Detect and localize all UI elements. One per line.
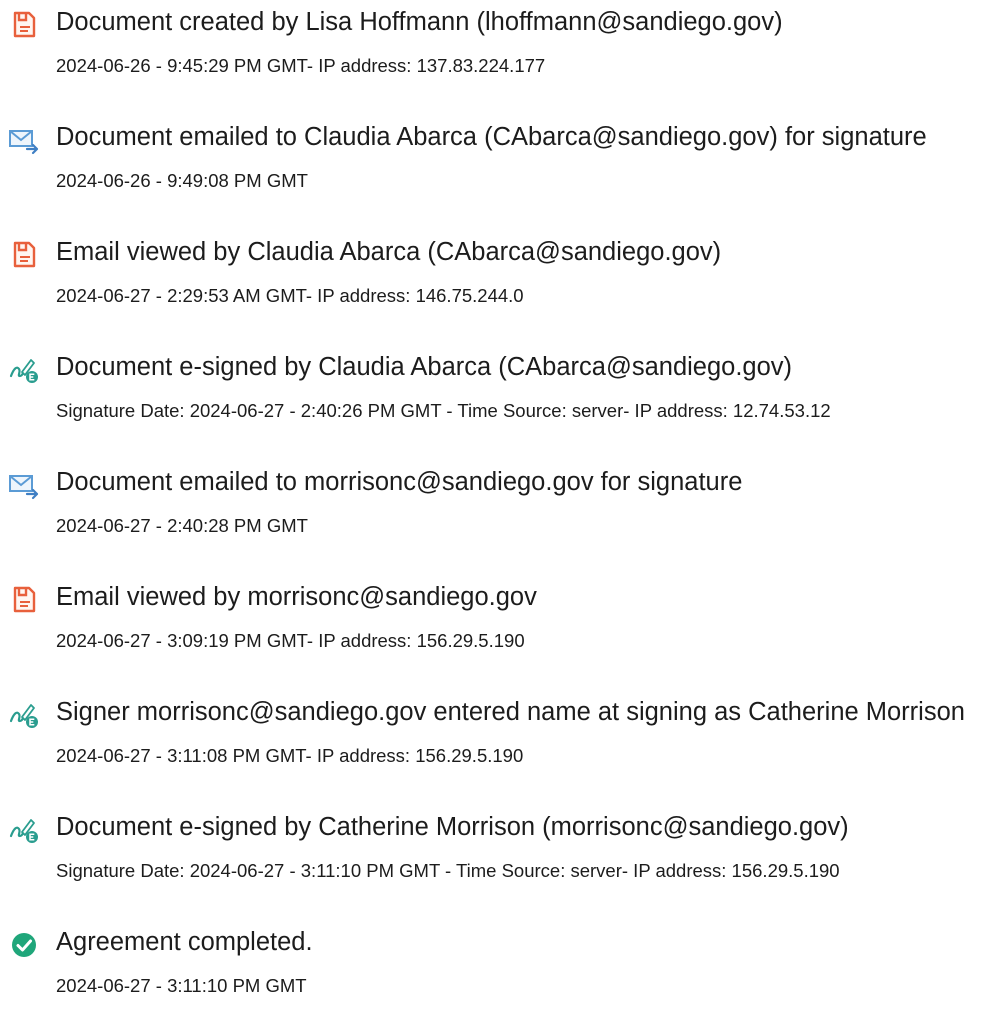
event-title: Agreement completed. xyxy=(56,928,313,956)
audit-event: Document emailed to Claudia Abarca (CAba… xyxy=(0,115,1007,215)
document-created-icon xyxy=(8,10,40,40)
event-timestamp: 2024-06-27 - 3:11:10 PM GMT xyxy=(56,975,307,996)
audit-event: Document created by Lisa Hoffmann (lhoff… xyxy=(0,0,1007,100)
event-timestamp: 2024-06-26 - 9:49:08 PM GMT xyxy=(56,170,308,191)
e-signed-icon xyxy=(8,815,40,845)
event-timestamp: 2024-06-27 - 3:09:19 PM GMT- IP address:… xyxy=(56,630,525,651)
event-timestamp: Signature Date: 2024-06-27 - 2:40:26 PM … xyxy=(56,400,831,421)
audit-event: Email viewed by morrisonc@sandiego.gov 2… xyxy=(0,575,1007,675)
agreement-completed-icon xyxy=(8,930,40,960)
event-timestamp: 2024-06-26 - 9:45:29 PM GMT- IP address:… xyxy=(56,55,546,76)
event-timestamp: Signature Date: 2024-06-27 - 3:11:10 PM … xyxy=(56,860,840,881)
event-timestamp: 2024-06-27 - 2:29:53 AM GMT- IP address:… xyxy=(56,285,524,306)
event-title: Document emailed to morrisonc@sandiego.g… xyxy=(56,468,743,496)
e-signed-icon xyxy=(8,700,40,730)
audit-event: Agreement completed. 2024-06-27 - 3:11:1… xyxy=(0,920,1007,1020)
event-title: Document emailed to Claudia Abarca (CAba… xyxy=(56,123,927,151)
email-sent-icon xyxy=(8,470,40,500)
audit-event: Signer morrisonc@sandiego.gov entered na… xyxy=(0,690,1007,790)
email-viewed-icon xyxy=(8,585,40,615)
audit-event: Document e-signed by Claudia Abarca (CAb… xyxy=(0,345,1007,445)
event-title: Email viewed by morrisonc@sandiego.gov xyxy=(56,583,537,611)
audit-event: Document e-signed by Catherine Morrison … xyxy=(0,805,1007,905)
event-timestamp: 2024-06-27 - 3:11:08 PM GMT- IP address:… xyxy=(56,745,524,766)
event-timestamp: 2024-06-27 - 2:40:28 PM GMT xyxy=(56,515,308,536)
email-viewed-icon xyxy=(8,240,40,270)
audit-event: Email viewed by Claudia Abarca (CAbarca@… xyxy=(0,230,1007,330)
event-title: Document e-signed by Claudia Abarca (CAb… xyxy=(56,353,793,381)
event-title: Signer morrisonc@sandiego.gov entered na… xyxy=(56,698,965,726)
email-sent-icon xyxy=(8,125,40,155)
event-title: Document e-signed by Catherine Morrison … xyxy=(56,813,849,841)
audit-event: Document emailed to morrisonc@sandiego.g… xyxy=(0,460,1007,560)
event-title: Document created by Lisa Hoffmann (lhoff… xyxy=(56,8,783,36)
e-signed-icon xyxy=(8,355,40,385)
event-title: Email viewed by Claudia Abarca (CAbarca@… xyxy=(56,238,722,266)
